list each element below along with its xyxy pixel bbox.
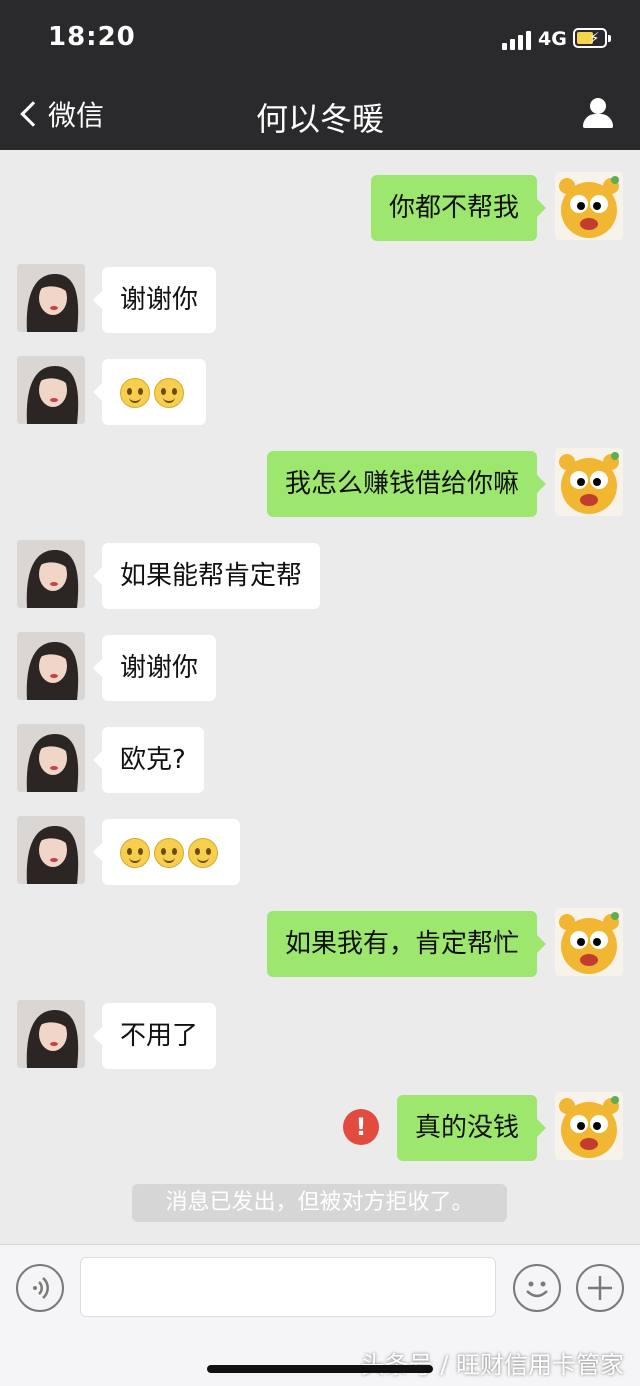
- message-row: 如果我有，肯定帮忙: [0, 908, 640, 978]
- more-button[interactable]: [576, 1264, 624, 1312]
- voice-icon: [33, 1277, 49, 1299]
- status-bar: 18:20 4G ⚡: [0, 0, 640, 78]
- my-avatar[interactable]: [555, 1092, 623, 1160]
- status-time: 18:20: [48, 22, 136, 52]
- smile-emoji: [120, 377, 150, 408]
- my-avatar[interactable]: [555, 908, 623, 976]
- nav-bar: 微信 何以冬暖: [0, 78, 640, 150]
- message-bubble[interactable]: 欧克?: [93, 727, 204, 793]
- message-bubble[interactable]: 谢谢你: [92, 635, 217, 701]
- message-row: 欧克?: [0, 724, 640, 794]
- message-bubble[interactable]: 不用了: [92, 1003, 217, 1069]
- message-row: 我怎么赚钱借给你嘛: [0, 448, 640, 518]
- contact-avatar[interactable]: [17, 540, 85, 608]
- contact-avatar[interactable]: [17, 724, 85, 792]
- contact-avatar[interactable]: [17, 1000, 85, 1068]
- plus-icon: [588, 1276, 612, 1300]
- contact-avatar[interactable]: [17, 816, 85, 884]
- message-bubble[interactable]: 如果我有，肯定帮忙: [266, 911, 547, 977]
- smile-emoji: [120, 837, 150, 868]
- error-icon[interactable]: !: [343, 1109, 379, 1145]
- message-bubble[interactable]: 谢谢你: [92, 267, 217, 333]
- signal-icon: [502, 30, 532, 50]
- message-bubble[interactable]: 真的没钱: [396, 1095, 547, 1161]
- message-row: [0, 816, 640, 886]
- chat-title: 何以冬暖: [255, 100, 384, 138]
- network-type: 4G: [538, 28, 567, 50]
- emoji-button[interactable]: [513, 1264, 561, 1312]
- message-row: 不用了: [0, 1000, 640, 1070]
- smile-emoji: [154, 377, 184, 408]
- contact-avatar[interactable]: [17, 356, 85, 424]
- home-indicator[interactable]: [207, 1365, 433, 1373]
- contact-avatar[interactable]: [17, 632, 85, 700]
- message-row: 如果能帮肯定帮: [0, 540, 640, 610]
- system-notice: 消息已发出，但被对方拒收了。: [132, 1184, 507, 1222]
- emoji-bubble[interactable]: [93, 359, 206, 425]
- smile-emoji: [188, 837, 218, 868]
- smile-emoji: [154, 837, 184, 868]
- message-bubble[interactable]: 我怎么赚钱借给你嘛: [266, 451, 547, 517]
- message-row: 谢谢你: [0, 264, 640, 334]
- profile-icon[interactable]: [580, 96, 616, 130]
- contact-avatar[interactable]: [17, 264, 85, 332]
- battery-icon: ⚡: [573, 28, 611, 48]
- message-bubble[interactable]: 你都不帮我: [370, 175, 547, 241]
- message-row: ! 真的没钱: [0, 1092, 640, 1162]
- message-bubble[interactable]: 如果能帮肯定帮: [92, 543, 321, 609]
- message-row: [0, 356, 640, 426]
- my-avatar[interactable]: [555, 172, 623, 240]
- emoji-bubble[interactable]: [93, 819, 240, 885]
- message-row: 你都不帮我: [0, 172, 640, 242]
- message-input[interactable]: [80, 1257, 496, 1317]
- watermark: 头条号 / 旺财信用卡管家: [360, 1351, 624, 1379]
- chat-area[interactable]: 你都不帮我 谢谢你 我怎么赚钱借给你嘛 如果能帮肯定帮 谢谢你 欧克? 如果我有…: [0, 150, 640, 1244]
- my-avatar[interactable]: [555, 448, 623, 516]
- message-row: 谢谢你: [0, 632, 640, 702]
- voice-button[interactable]: [16, 1264, 64, 1312]
- emoji-icon: [526, 1281, 548, 1298]
